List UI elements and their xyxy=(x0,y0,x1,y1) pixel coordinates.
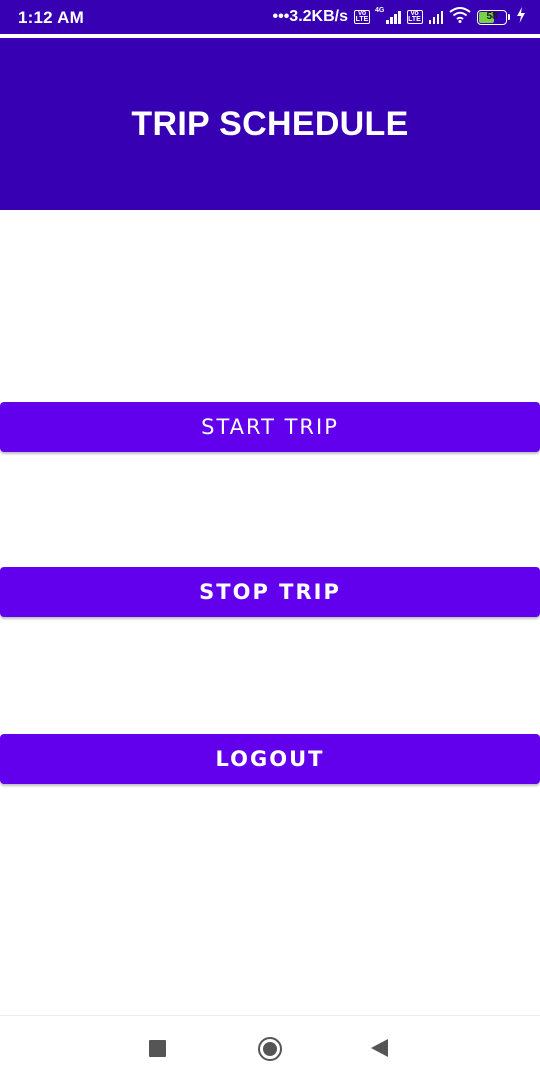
back-icon[interactable] xyxy=(371,1039,388,1057)
battery-level: 58 xyxy=(486,10,498,22)
charging-icon xyxy=(516,6,526,28)
status-bar: 1:12 AM •••3.2KB/s Vo LTE 4G Vo LTE 58 xyxy=(0,0,540,34)
battery-icon: 58 xyxy=(477,9,510,25)
stop-trip-button[interactable]: STOP TRIP xyxy=(0,567,540,617)
signal-4g-icon: 4G xyxy=(375,7,401,24)
home-icon[interactable] xyxy=(258,1037,282,1061)
signal-icon xyxy=(428,10,443,24)
volte-icon: Vo LTE xyxy=(406,10,423,24)
volte-icon: Vo LTE xyxy=(354,10,370,24)
recent-apps-icon[interactable] xyxy=(149,1040,166,1057)
status-time: 1:12 AM xyxy=(18,8,84,27)
network-speed: •••3.2KB/s xyxy=(272,8,349,25)
status-icons: •••3.2KB/s Vo LTE 4G Vo LTE 58 xyxy=(273,6,527,28)
app-header: TRIP SCHEDULE xyxy=(0,38,540,210)
wifi-icon xyxy=(449,6,471,28)
page-title: TRIP SCHEDULE xyxy=(131,104,409,143)
logout-button[interactable]: LOGOUT xyxy=(0,734,540,784)
start-trip-button[interactable]: START TRIP xyxy=(0,402,540,452)
network-type-label: 4G xyxy=(375,7,385,14)
navigation-bar xyxy=(0,1015,540,1081)
